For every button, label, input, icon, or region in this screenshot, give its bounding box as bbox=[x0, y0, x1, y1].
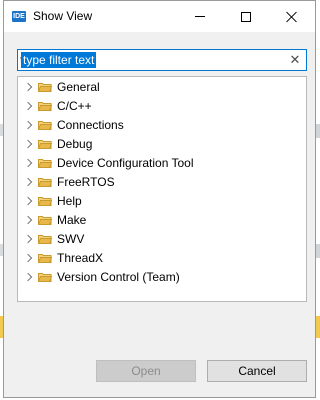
cancel-button[interactable]: Cancel bbox=[207, 360, 307, 382]
view-tree[interactable]: General C/C++ Connections Debug Device C… bbox=[17, 76, 307, 302]
background-edge-right bbox=[316, 0, 320, 400]
tree-item-threadx[interactable]: ThreadX bbox=[18, 249, 306, 268]
tree-item-device-configuration-tool[interactable]: Device Configuration Tool bbox=[18, 154, 306, 173]
maximize-icon bbox=[241, 11, 251, 22]
folder-icon bbox=[38, 196, 52, 206]
chevron-right-icon[interactable] bbox=[23, 253, 33, 263]
tree-item-label: Connections bbox=[57, 118, 124, 132]
folder-icon bbox=[38, 101, 52, 111]
folder-icon bbox=[38, 253, 52, 263]
ide-app-icon: IDE bbox=[12, 11, 26, 22]
filter-field[interactable]: type filter text ✕ bbox=[17, 49, 307, 71]
tree-item-freertos[interactable]: FreeRTOS bbox=[18, 173, 306, 192]
chevron-right-icon[interactable] bbox=[23, 272, 33, 282]
chevron-right-icon[interactable] bbox=[23, 177, 33, 187]
filter-selected-text: type filter text bbox=[21, 52, 97, 68]
chevron-right-icon[interactable] bbox=[23, 101, 33, 111]
tree-item-label: Device Configuration Tool bbox=[57, 156, 194, 170]
chevron-right-icon[interactable] bbox=[23, 215, 33, 225]
chevron-right-icon[interactable] bbox=[23, 139, 33, 149]
background-mark bbox=[316, 244, 320, 258]
title-bar[interactable]: IDE Show View bbox=[4, 1, 315, 32]
minimize-button[interactable] bbox=[177, 1, 223, 32]
tree-item-label: General bbox=[57, 80, 100, 94]
folder-icon bbox=[38, 120, 52, 130]
tree-item-c-cpp[interactable]: C/C++ bbox=[18, 97, 306, 116]
tree-item-make[interactable]: Make bbox=[18, 211, 306, 230]
tree-item-label: Help bbox=[57, 194, 82, 208]
tree-item-label: Debug bbox=[57, 137, 93, 151]
tree-item-label: ThreadX bbox=[57, 251, 104, 265]
tree-item-help[interactable]: Help bbox=[18, 192, 306, 211]
tree-item-version-control-team[interactable]: Version Control (Team) bbox=[18, 268, 306, 287]
tree-item-label: Version Control (Team) bbox=[57, 270, 180, 284]
chevron-right-icon[interactable] bbox=[23, 158, 33, 168]
close-button[interactable] bbox=[269, 1, 315, 32]
folder-icon bbox=[38, 272, 52, 282]
chevron-right-icon[interactable] bbox=[23, 120, 33, 130]
tree-item-connections[interactable]: Connections bbox=[18, 116, 306, 135]
folder-icon bbox=[38, 139, 52, 149]
close-icon bbox=[286, 11, 298, 23]
background-mark bbox=[316, 124, 320, 138]
chevron-right-icon[interactable] bbox=[23, 196, 33, 206]
folder-icon bbox=[38, 215, 52, 225]
tree-item-label: C/C++ bbox=[57, 99, 92, 113]
folder-icon bbox=[38, 177, 52, 187]
tree-item-label: FreeRTOS bbox=[57, 175, 115, 189]
folder-icon bbox=[38, 158, 52, 168]
minimize-icon bbox=[195, 16, 205, 17]
background-strip bbox=[316, 316, 320, 338]
window-title: Show View bbox=[33, 9, 93, 23]
tree-item-general[interactable]: General bbox=[18, 78, 306, 97]
tree-item-debug[interactable]: Debug bbox=[18, 135, 306, 154]
open-button[interactable]: Open bbox=[96, 360, 196, 382]
maximize-button[interactable] bbox=[223, 1, 269, 32]
tree-item-label: Make bbox=[57, 213, 87, 227]
clear-filter-icon[interactable]: ✕ bbox=[288, 52, 302, 68]
tree-item-swv[interactable]: SWV bbox=[18, 230, 306, 249]
folder-icon bbox=[38, 234, 52, 244]
tree-item-label: SWV bbox=[57, 232, 85, 246]
chevron-right-icon[interactable] bbox=[23, 82, 33, 92]
show-view-dialog: IDE Show View type filter text ✕ General… bbox=[3, 0, 316, 398]
folder-icon bbox=[38, 82, 52, 92]
chevron-right-icon[interactable] bbox=[23, 234, 33, 244]
